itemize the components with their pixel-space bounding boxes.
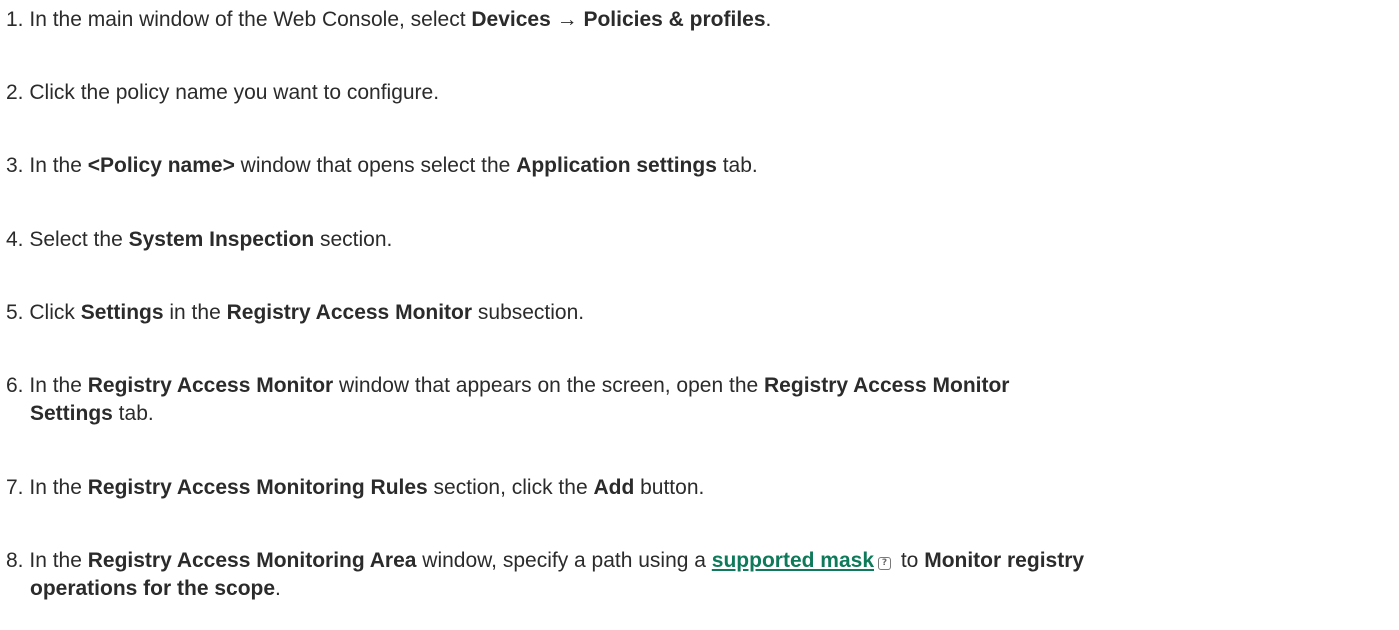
step-text: In the main window of the Web Console, s… [29,8,472,31]
policy-name-term: <Policy name> [87,154,235,177]
step-text-end: section. [314,228,393,251]
menu-policies-profiles: Policies & profiles [583,8,766,31]
settings-tab-term: Settings [30,402,113,425]
step-1: 1. In the main window of the Web Console… [6,6,1391,34]
arrow-separator: → [550,8,584,31]
step-4: 4. Select the System Inspection section. [6,226,1391,254]
step-continuation: Settings tab. [6,400,1391,428]
registry-access-monitor-settings-term: Registry Access Monitor [764,374,1010,397]
operations-scope-term: operations for the scope [30,577,276,600]
step-text: In the [29,476,88,499]
registry-access-monitor-term: Registry Access Monitor [226,301,473,324]
step-number: 8. [6,549,24,572]
step-text-end: . [765,8,772,31]
step-text: In the [29,549,88,572]
step-number: 7. [6,476,24,499]
step-number: 2. [6,81,24,104]
step-text: Click [29,301,81,324]
monitoring-area-term: Registry Access Monitoring Area [87,549,417,572]
step-number: 4. [6,228,24,251]
supported-mask-link[interactable]: supported mask [712,549,874,572]
step-text: window that appears on the screen, open … [333,374,765,397]
step-text: In the [29,374,88,397]
step-number: 6. [6,374,24,397]
step-5: 5. Click Settings in the Registry Access… [6,299,1391,327]
step-6: 6. In the Registry Access Monitor window… [6,372,1391,428]
menu-devices: Devices [471,8,551,31]
step-text: window, specify a path using a [416,549,712,572]
step-text: to [895,549,925,572]
step-text: in the [163,301,227,324]
step-text-end: . [275,577,281,600]
step-text: In the [29,154,88,177]
step-continuation: operations for the scope. [6,575,1391,603]
step-text: Click the policy name you want to config… [29,81,440,104]
step-8: 8. In the Registry Access Monitoring Are… [6,547,1391,603]
step-text-end: subsection. [472,301,585,324]
step-text-end: tab. [112,402,154,425]
step-text: Select the [29,228,129,251]
settings-term: Settings [80,301,164,324]
add-button-term: Add [593,476,635,499]
registry-access-monitor-term: Registry Access Monitor [87,374,334,397]
step-2: 2. Click the policy name you want to con… [6,79,1391,107]
step-text-end: button. [634,476,705,499]
step-7: 7. In the Registry Access Monitoring Rul… [6,474,1391,502]
step-text: window that opens select the [234,154,517,177]
step-number: 3. [6,154,24,177]
monitoring-rules-term: Registry Access Monitoring Rules [87,476,428,499]
step-number: 5. [6,301,24,324]
step-number: 1. [6,8,24,31]
step-3: 3. In the <Policy name> window that open… [6,152,1391,180]
step-text-end: tab. [716,154,758,177]
help-icon[interactable]: ? [878,557,892,570]
step-text: section, click the [427,476,594,499]
system-inspection-term: System Inspection [128,228,315,251]
application-settings-term: Application settings [516,154,717,177]
monitor-registry-term: Monitor registry [924,549,1085,572]
